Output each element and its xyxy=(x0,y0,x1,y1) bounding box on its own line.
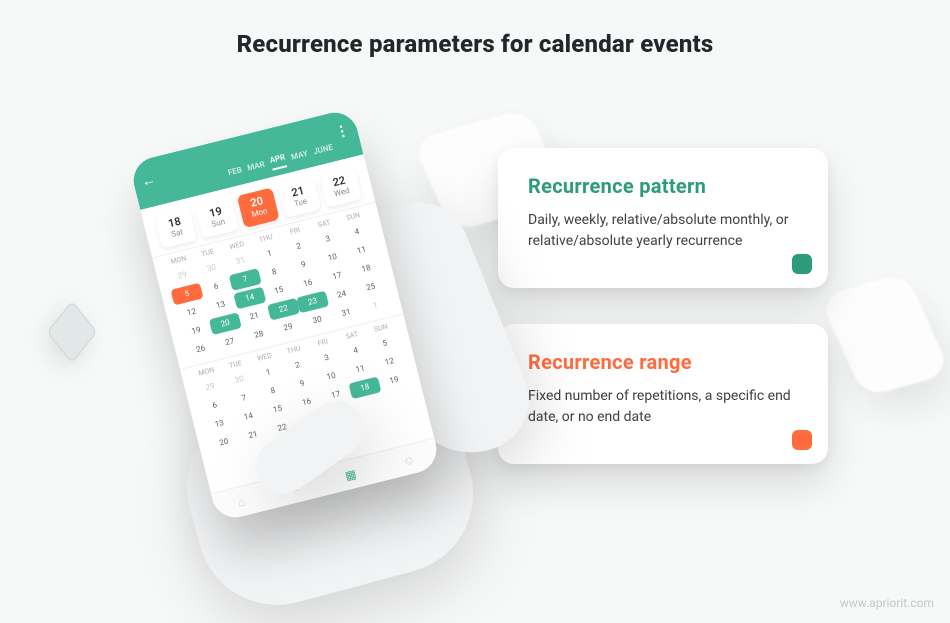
week-day-cell: 20Mon xyxy=(237,187,280,228)
month-tab: MAR xyxy=(246,160,266,177)
month-day-cell: 18 xyxy=(348,376,381,399)
card-body: Daily, weekly, relative/absolute monthly… xyxy=(528,210,798,252)
month-day-cell: 20 xyxy=(208,431,241,454)
card-title: Recurrence pattern xyxy=(528,174,798,198)
user-icon: ☺ xyxy=(401,452,416,469)
month-tab: MAY xyxy=(290,149,310,166)
card-body: Fixed number of repetitions, a specific … xyxy=(528,386,798,428)
month-day-cell: 31 xyxy=(330,301,363,324)
back-arrow-icon: ← xyxy=(139,170,157,190)
month-tab: JUNE xyxy=(312,143,334,160)
card-recurrence-range: Recurrence range Fixed number of repetit… xyxy=(498,324,828,464)
week-day-cell: 21Tue xyxy=(278,177,321,218)
month-day-cell: 27 xyxy=(213,331,246,354)
home-icon: ⌂ xyxy=(236,494,246,509)
decorative-blob xyxy=(819,272,950,398)
month-day-cell: 30 xyxy=(301,309,334,332)
month-day-cell: 19 xyxy=(378,369,411,392)
month-day-cell: 1 xyxy=(359,294,392,317)
accent-dot xyxy=(792,430,812,450)
accent-dot xyxy=(792,254,812,274)
month-day-cell: 26 xyxy=(184,338,217,361)
phone-illustration: ← FEB MAR APR MAY JUNE ⋮ 18Sat19Sun20Mon… xyxy=(130,90,480,570)
card-recurrence-pattern: Recurrence pattern Daily, weekly, relati… xyxy=(498,148,828,288)
info-cards: Recurrence pattern Daily, weekly, relati… xyxy=(498,148,828,464)
calendar-icon: ▦ xyxy=(343,466,357,482)
month-day-cell: 29 xyxy=(272,316,305,339)
month-tab: APR xyxy=(269,152,288,170)
page-title: Recurrence parameters for calendar event… xyxy=(0,30,950,58)
month-tab: FEB xyxy=(227,165,244,181)
watermark: www.apriorit.com xyxy=(840,596,934,610)
kebab-menu-icon: ⋮ xyxy=(334,122,351,141)
week-day-cell: 19Sun xyxy=(195,198,238,239)
month-day-cell: 28 xyxy=(242,323,275,346)
week-day-cell: 22Wed xyxy=(319,167,362,208)
month-day-cell: 21 xyxy=(237,424,270,447)
decorative-diamond xyxy=(47,301,98,364)
week-day-cell: 18Sat xyxy=(154,208,197,249)
card-title: Recurrence range xyxy=(528,350,798,374)
